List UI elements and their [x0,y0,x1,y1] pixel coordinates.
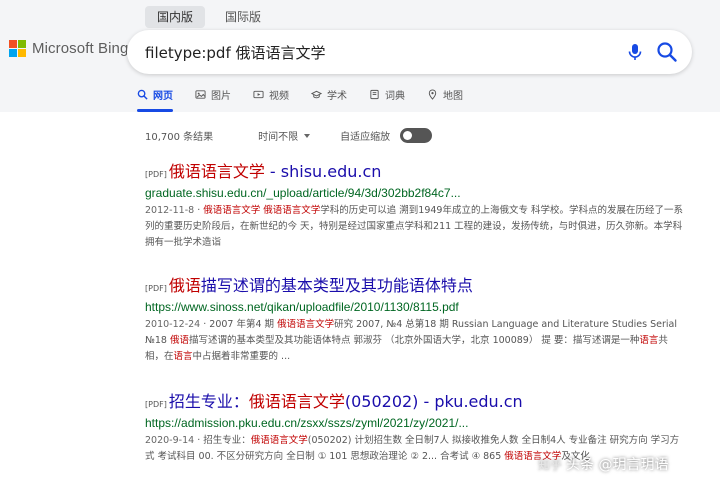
snippet-text: 描写述谓的基本类型及其功能语体特点 郭淑芬 （北京外国语大学，北京 100089… [189,335,640,346]
watermark-site: 知乎 [538,457,563,472]
snippet-highlight: 俄语语言文学 [250,435,308,446]
tab-domestic[interactable]: 国内版 [145,6,206,28]
region-tabs: 国内版 国际版 [145,6,273,28]
result-title-row: [PDF] 俄语描写述谓的基本类型及其功能语体特点 [145,272,685,296]
tab-maps[interactable]: 地图 [427,82,463,106]
microphone-icon[interactable] [624,41,646,63]
tab-web[interactable]: 网页 [137,82,173,112]
search-result: [PDF] 俄语语言文学 - shisu.edu.cn graduate.shi… [145,158,685,251]
snippet-highlight: 语言 [173,351,193,362]
tab-dictionary-label: 词典 [385,90,405,102]
results-toolbar: 10,700 条结果 时间不限 自适应缩放 [145,128,433,143]
watermark-text: 头条 @玥言玥语 [566,457,669,473]
result-title-link[interactable]: 招生专业：俄语语言文学(050202) - pku.edu.cn [169,388,523,412]
result-title-link[interactable]: 俄语描写述谓的基本类型及其功能语体特点 [169,272,473,296]
map-pin-icon [428,89,437,100]
result-date: 2012-11-8 [145,205,195,216]
snippet-highlight: 俄语 [170,335,190,346]
pdf-tag: [PDF] [145,400,167,409]
pdf-tag: [PDF] [145,284,167,293]
tab-videos[interactable]: 视频 [253,82,289,106]
result-count: 10,700 条结果 [145,132,214,143]
title-text: 招生专业： [168,392,249,411]
result-snippet: 2010-12-24 · 2007 年第4 期 俄语语言文学研究 2007, №… [145,319,677,362]
result-snippet: 2012-11-8 · 俄语语言文学 俄语语言文学学科的历史可以追 溯到1949… [145,205,683,248]
tab-web-label: 网页 [153,90,173,102]
adaptive-zoom-label: 自适应缩放 [340,132,391,143]
search-box[interactable]: filetype:pdf 俄语语言文学 [127,30,692,74]
tab-images-label: 图片 [211,90,231,102]
dictionary-icon [370,89,379,99]
tab-international[interactable]: 国际版 [213,6,273,28]
adaptive-zoom-toggle[interactable] [400,128,433,143]
search-result: [PDF] 俄语描写述谓的基本类型及其功能语体特点 https://www.si… [145,272,685,365]
header-bar: 国内版 国际版 Microsoft Bing filetype:pdf 俄语语言… [0,0,720,112]
result-title-row: [PDF] 俄语语言文学 - shisu.edu.cn [145,158,685,182]
snippet-text: 中占据着非常重要的 ... [192,351,291,362]
image-icon [195,89,206,99]
search-icon[interactable] [655,40,679,64]
tab-videos-label: 视频 [269,90,289,102]
tab-academic-label: 学术 [327,90,347,102]
bing-logo[interactable]: Microsoft Bing [9,40,128,57]
title-text: (050202) - pku.edu.cn [344,392,523,411]
logo-text: Microsoft Bing [32,40,129,57]
title-text: - shisu.edu.cn [264,162,382,181]
tab-maps-label: 地图 [443,90,463,102]
result-url[interactable]: graduate.shisu.edu.cn/_upload/article/94… [145,186,685,200]
snippet-highlight: 俄语语言文学 俄语语言文学 [203,205,321,216]
academic-cap-icon [311,90,322,98]
search-icon [137,89,148,100]
title-text: 描写述谓的基本类型及其功能语体特点 [200,276,473,295]
time-filter-label: 时间不限 [258,132,299,143]
vertical-nav: 网页 图片 视频 学术 词典 地图 [137,82,485,112]
result-date: 2010-12-24 [145,319,201,330]
result-date: 2020-9-14 [145,435,195,446]
result-url[interactable]: https://admission.pku.edu.cn/zsxx/sszs/z… [145,416,685,430]
time-filter-dropdown[interactable]: 时间不限 [258,128,311,143]
watermark: 知乎 头条 @玥言玥语 [538,454,668,474]
snippet-text: 2007 年第4 期 [209,319,278,330]
result-url[interactable]: https://www.sinoss.net/qikan/uploadfile/… [145,300,685,314]
title-highlight: 俄语 [168,276,201,295]
video-icon [253,90,264,98]
microsoft-logo-icon [9,40,26,57]
tab-images[interactable]: 图片 [195,82,231,106]
title-highlight: 俄语语言文学 [168,162,265,181]
search-input[interactable]: filetype:pdf 俄语语言文学 [145,42,326,63]
chevron-down-icon [304,133,311,138]
tab-dictionary[interactable]: 词典 [369,82,405,106]
result-title-link[interactable]: 俄语语言文学 - shisu.edu.cn [169,158,382,182]
snippet-text: 招生专业： [203,435,251,446]
title-highlight: 俄语语言文学 [248,392,345,411]
snippet-highlight: 语言 [639,335,659,346]
pdf-tag: [PDF] [145,170,167,179]
tab-academic[interactable]: 学术 [311,82,347,106]
result-title-row: [PDF] 招生专业：俄语语言文学(050202) - pku.edu.cn [145,388,685,412]
snippet-highlight: 俄语语言文学 [277,319,335,330]
